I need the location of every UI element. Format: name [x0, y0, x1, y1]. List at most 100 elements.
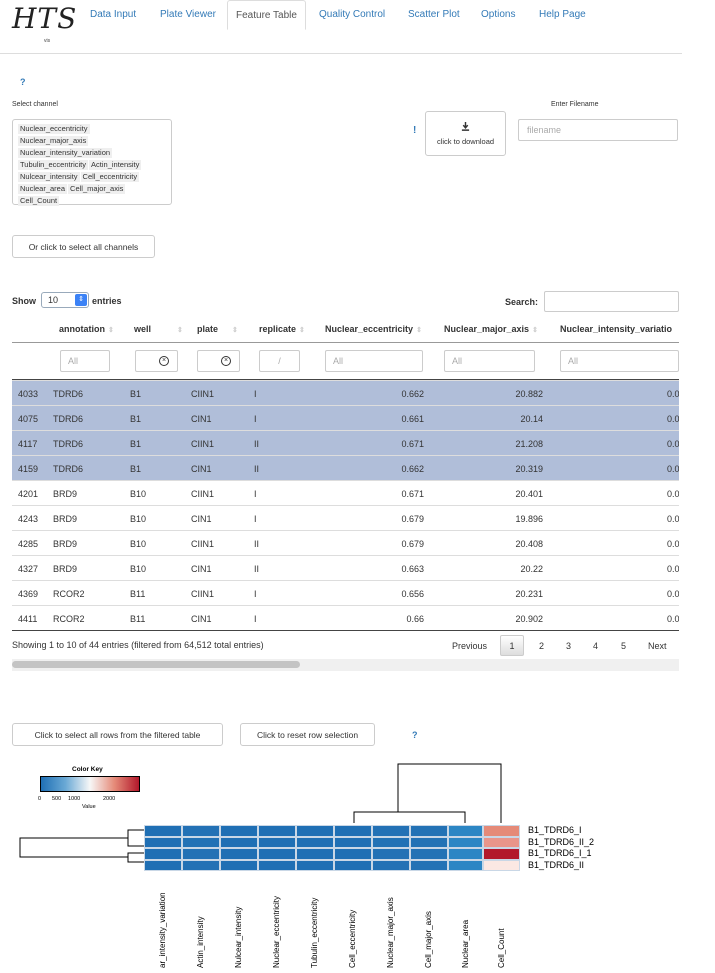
pagination-next[interactable]: Next [648, 641, 667, 651]
cell-nuclear-eccentricity: 0.679 [401, 539, 424, 549]
cell-nuclear-major-axis: 20.882 [515, 389, 543, 399]
heatmap-row-label: B1_TDRD6_II_2 [528, 836, 595, 847]
heatmap-column-label: Cell_major_axis [424, 911, 433, 968]
table-row[interactable]: 4327 BRD9 B10 CIN1 II 0.663 20.22 0.0 [12, 555, 679, 580]
scrollbar-thumb[interactable] [12, 661, 300, 668]
heatmap-cell [410, 859, 448, 871]
cell-nuclear-intensity-variation: 0.0 [667, 464, 679, 474]
cell-nuclear-intensity-variation: 0.0 [667, 564, 679, 574]
heatmap-cell [483, 836, 520, 848]
nav-options[interactable]: Options [481, 9, 515, 20]
heatmap-cell [448, 836, 483, 848]
select-all-rows-button[interactable]: Click to select all rows from the filter… [12, 723, 223, 746]
channel-chip[interactable]: Nuclear_intensity_variation [18, 148, 113, 158]
cell-plate: CIIN1 [191, 589, 215, 599]
table-row[interactable]: 4159 TDRD6 B1 CIN1 II 0.662 20.319 0.0 [12, 455, 679, 480]
channel-chip[interactable]: Nuclear_major_axis [18, 136, 89, 146]
heatmap-cell [220, 836, 258, 848]
filter-nuclear-major-axis[interactable]: All [444, 350, 535, 372]
cell-replicate: II [254, 564, 260, 574]
heatmap-cell [448, 848, 483, 860]
table-row[interactable]: 4369 RCOR2 B11 CIIN1 I 0.656 20.231 0.0 [12, 580, 679, 605]
table-row[interactable]: 4075 TDRD6 B1 CIN1 I 0.661 20.14 0.0 [12, 405, 679, 430]
channel-chip[interactable]: Actin_intensity [89, 160, 142, 170]
logo: HTS [12, 2, 78, 35]
filter-plate[interactable]: × [197, 350, 240, 372]
heatmap-cell [483, 825, 520, 837]
help-icon[interactable]: ? [412, 730, 418, 740]
nav-scatter-plot[interactable]: Scatter Plot [408, 9, 460, 20]
heatmap-column-label: Cell_Count [496, 928, 506, 968]
table-search-input[interactable] [544, 291, 679, 312]
table-bottom-border [12, 630, 679, 631]
heatmap-cell [334, 848, 372, 860]
heatmap-row-label: B1_TDRD6_II [528, 859, 585, 870]
table-row[interactable]: 4117 TDRD6 B1 CIIN1 II 0.671 21.208 0.0 [12, 430, 679, 455]
col-header-nuclear-intensity-variation[interactable]: Nuclear_intensity_variatio [560, 324, 679, 334]
select-all-channels-button[interactable]: Or click to select all channels [12, 235, 155, 258]
filter-nuclear-eccentricity[interactable]: All [325, 350, 423, 372]
page-length-select[interactable]: 10 ⇕ [41, 292, 89, 308]
nav-data-input[interactable]: Data Input [90, 9, 136, 20]
channel-chip[interactable]: Nuclear_area [18, 184, 68, 194]
cell-annotation: BRD9 [53, 564, 78, 574]
channel-multiselect[interactable]: Nuclear_eccentricity Nuclear_major_axis … [12, 119, 172, 206]
filter-well[interactable]: × [135, 350, 178, 372]
table-row[interactable]: 4243 BRD9 B10 CIN1 I 0.679 19.896 0.0 [12, 505, 679, 530]
cell-nuclear-eccentricity: 0.66 [406, 614, 424, 624]
col-header-replicate[interactable]: replicate ⇕ [259, 324, 305, 334]
download-button[interactable]: click to download [425, 111, 506, 156]
pagination-page-current[interactable]: 1 [500, 635, 524, 656]
filter-nuclear-intensity-variation[interactable]: All [560, 350, 679, 372]
cell-plate: CIIN1 [191, 389, 215, 399]
pagination-page[interactable]: 3 [566, 641, 571, 651]
table-info: Showing 1 to 10 of 44 entries (filtered … [12, 640, 264, 650]
table-row[interactable]: 4201 BRD9 B10 CIIN1 I 0.671 20.401 0.0 [12, 480, 679, 505]
channel-chip[interactable]: Tubulin_eccentricity [18, 160, 89, 170]
cell-nuclear-major-axis: 19.896 [515, 514, 543, 524]
help-icon[interactable]: ? [20, 77, 26, 87]
cell-plate: CIN1 [191, 464, 212, 474]
cell-nuclear-major-axis: 20.14 [520, 414, 543, 424]
cell-plate: CIN1 [191, 614, 212, 624]
col-header-plate[interactable]: plate ⇕ [197, 324, 238, 334]
table-row[interactable]: 4033 TDRD6 B1 CIIN1 I 0.662 20.882 0.0 [12, 380, 679, 405]
filename-input[interactable]: filename [518, 119, 678, 141]
pagination-page[interactable]: 5 [621, 641, 626, 651]
table-row[interactable]: 4411 RCOR2 B11 CIN1 I 0.66 20.902 0.0 [12, 605, 679, 630]
cell-annotation: BRD9 [53, 514, 78, 524]
cell-well: B1 [130, 439, 142, 449]
heatmap-row-label: B1_TDRD6_I_1 [528, 848, 592, 858]
col-header-nuclear-major-axis[interactable]: Nuclear_major_axis ⇕ [444, 324, 538, 334]
channel-chip[interactable]: Cell_Count [18, 196, 60, 206]
col-header-nuclear-eccentricity[interactable]: Nuclear_eccentricity ⇕ [325, 324, 422, 334]
nav-quality-control[interactable]: Quality Control [319, 9, 385, 20]
cell-nuclear-intensity-variation: 0.0 [667, 614, 679, 624]
pagination-page[interactable]: 2 [539, 641, 544, 651]
channel-chip[interactable]: Nulcear_intensity [18, 172, 80, 182]
reset-row-selection-button[interactable]: Click to reset row selection [240, 723, 375, 746]
row-id: 4159 [18, 464, 39, 474]
pagination-previous[interactable]: Previous [452, 641, 487, 651]
filter-replicate[interactable]: / [259, 350, 300, 372]
cell-replicate: I [254, 414, 257, 424]
nav-plate-viewer[interactable]: Plate Viewer [160, 9, 216, 20]
channel-chip[interactable]: Cell_major_axis [68, 184, 126, 194]
nav-help-page[interactable]: Help Page [539, 9, 586, 20]
nav-feature-table[interactable]: Feature Table [227, 0, 306, 30]
pagination-page[interactable]: 4 [593, 641, 598, 651]
col-header-annotation[interactable]: annotation ⇕ [59, 324, 114, 334]
cell-nuclear-major-axis: 20.231 [515, 589, 543, 599]
cell-nuclear-intensity-variation: 0.0 [667, 514, 679, 524]
col-header-well[interactable]: well ⇕ [134, 324, 183, 334]
cell-well: B10 [130, 564, 147, 574]
chevron-updown-icon: ⇕ [75, 294, 87, 306]
channel-chip[interactable]: Nuclear_eccentricity [18, 124, 90, 134]
channel-chip[interactable]: Cell_eccentricity [80, 172, 140, 182]
table-row[interactable]: 4285 BRD9 B10 CIIN1 II 0.679 20.408 0.0 [12, 530, 679, 555]
clear-icon[interactable]: × [221, 356, 231, 366]
clear-icon[interactable]: × [159, 356, 169, 366]
filter-annotation[interactable]: All [60, 350, 110, 372]
horizontal-scrollbar[interactable] [12, 659, 679, 671]
cell-well: B1 [130, 464, 142, 474]
